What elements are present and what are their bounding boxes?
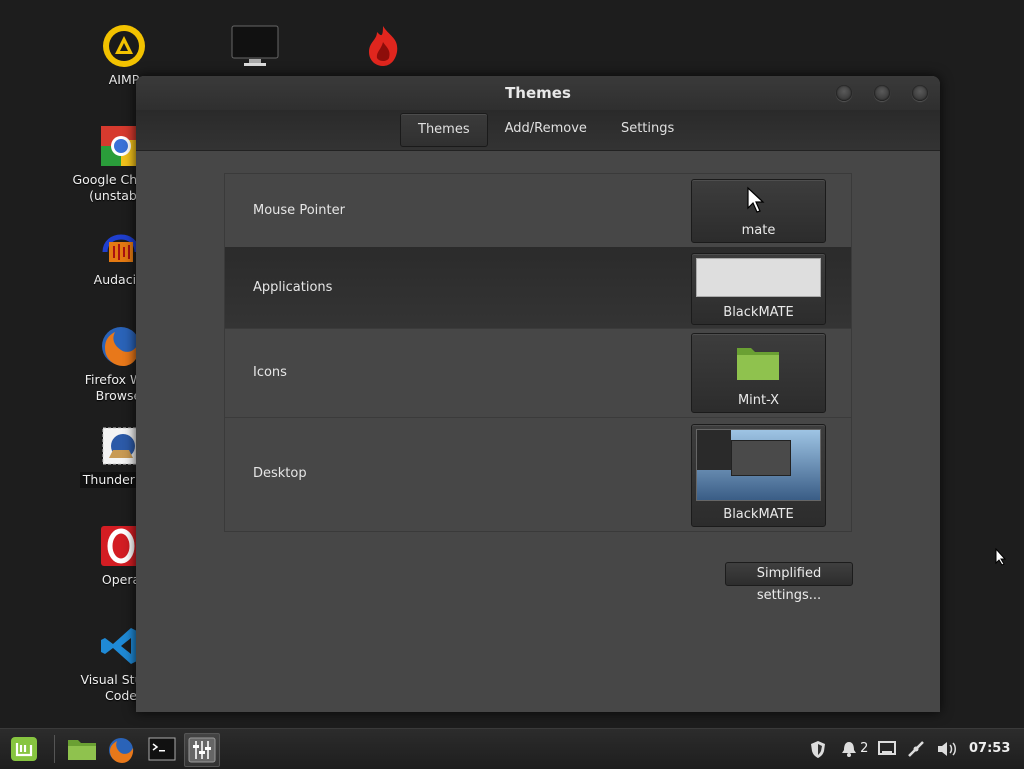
firefox-icon	[107, 736, 135, 768]
row-applications: Applications BlackMATE	[225, 247, 851, 329]
icons-theme-button[interactable]: Mint-X	[691, 333, 826, 413]
network-icon[interactable]	[906, 729, 926, 769]
mouse-cursor-icon	[995, 547, 1007, 570]
row-label: Mouse Pointer	[253, 203, 345, 218]
minimize-button[interactable]	[836, 85, 852, 101]
terminal-launcher[interactable]	[144, 733, 178, 765]
theme-name: mate	[741, 223, 776, 238]
theme-name: Mint-X	[737, 393, 780, 408]
tab-themes[interactable]: Themes	[400, 113, 488, 147]
title-bar[interactable]: Themes	[136, 76, 940, 110]
files-launcher[interactable]	[64, 733, 98, 765]
theme-name: BlackMATE	[723, 305, 794, 320]
mint-menu-icon	[9, 735, 39, 767]
simplified-settings-button[interactable]: Simplified settings...	[725, 562, 853, 603]
cursor-icon	[746, 186, 766, 218]
flame-icon	[361, 24, 405, 68]
row-label: Icons	[253, 365, 287, 380]
close-button[interactable]	[912, 85, 928, 101]
theme-name: BlackMATE	[723, 507, 794, 522]
files-icon	[67, 737, 97, 765]
aimp-icon	[102, 24, 146, 68]
row-label: Applications	[253, 280, 333, 295]
volume-icon[interactable]	[936, 729, 958, 769]
taskbar-separator	[54, 735, 55, 763]
row-mouse-pointer: Mouse Pointer mate	[225, 174, 851, 248]
tab-settings[interactable]: Settings	[604, 113, 691, 145]
settings-icon	[188, 737, 216, 767]
window-preview-icon	[696, 258, 821, 297]
row-desktop: Desktop BlackMATE	[225, 417, 851, 530]
desktop-icon-computer[interactable]	[197, 24, 307, 68]
tab-add-remove[interactable]: Add/Remove	[488, 113, 604, 145]
desktop-theme-button[interactable]: BlackMATE	[691, 424, 826, 527]
firefox-launcher[interactable]	[104, 733, 138, 765]
themes-window: Themes Themes Add/Remove Settings Mouse …	[136, 76, 940, 712]
desktop-icon-burner[interactable]	[328, 24, 438, 68]
terminal-icon	[148, 737, 176, 765]
maximize-button[interactable]	[874, 85, 890, 101]
window-title: Themes	[505, 84, 571, 102]
notification-count: 2	[860, 741, 869, 756]
applications-theme-button[interactable]: BlackMATE	[691, 253, 826, 325]
taskbar: 2 07:53	[0, 728, 1024, 769]
folder-icon	[735, 342, 781, 386]
tab-bar: Themes Add/Remove Settings	[136, 110, 940, 151]
themes-window-taskbar-button[interactable]	[184, 733, 220, 767]
display-icon[interactable]	[878, 729, 896, 769]
clock[interactable]: 07:53	[969, 729, 1010, 769]
theme-settings-panel: Mouse Pointer mate Applications BlackMAT…	[224, 173, 852, 532]
mint-menu-button[interactable]	[6, 733, 40, 765]
desktop-preview-icon	[696, 429, 821, 501]
bell-icon	[842, 741, 860, 757]
mouse-pointer-theme-button[interactable]: mate	[691, 179, 826, 243]
row-label: Desktop	[253, 466, 307, 481]
monitor-icon	[230, 24, 279, 68]
row-icons: Icons Mint-X	[225, 328, 851, 418]
shield-icon[interactable]	[808, 729, 828, 769]
notifications-tray[interactable]: 2	[842, 729, 868, 769]
